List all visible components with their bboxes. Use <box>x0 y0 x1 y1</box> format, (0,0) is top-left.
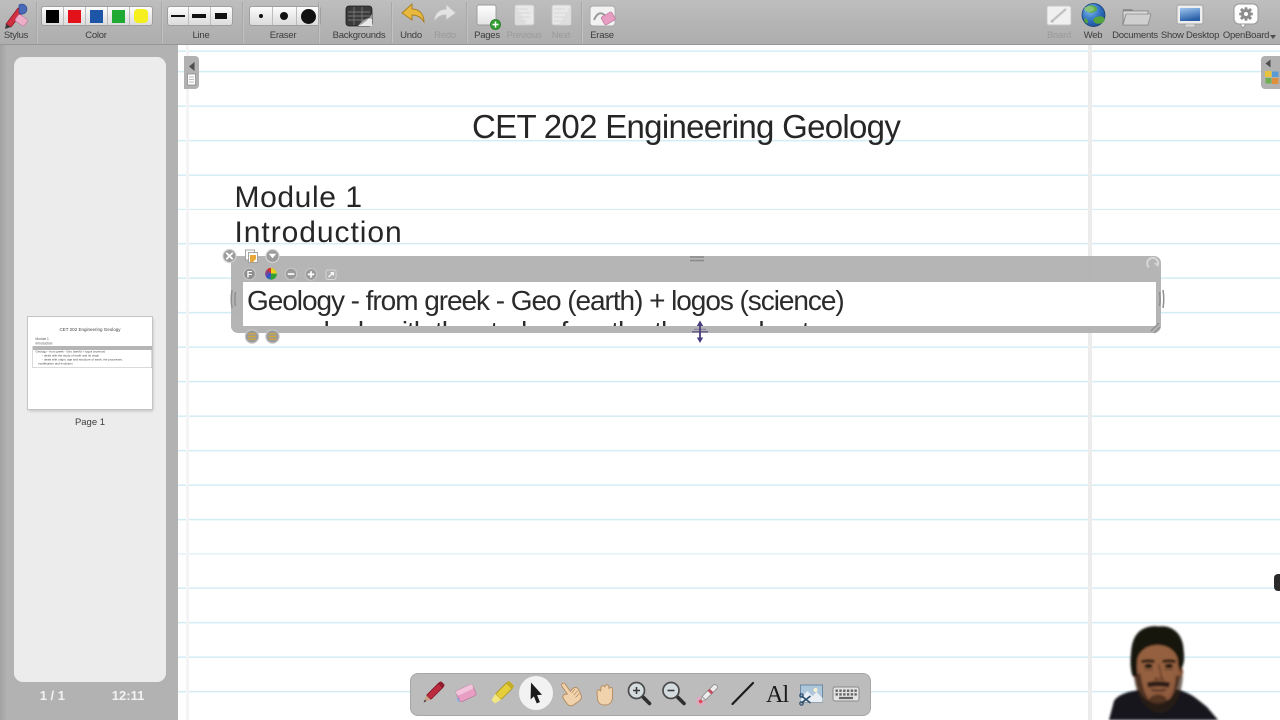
svg-text:l: l <box>783 682 790 708</box>
svg-text:A: A <box>766 682 784 708</box>
